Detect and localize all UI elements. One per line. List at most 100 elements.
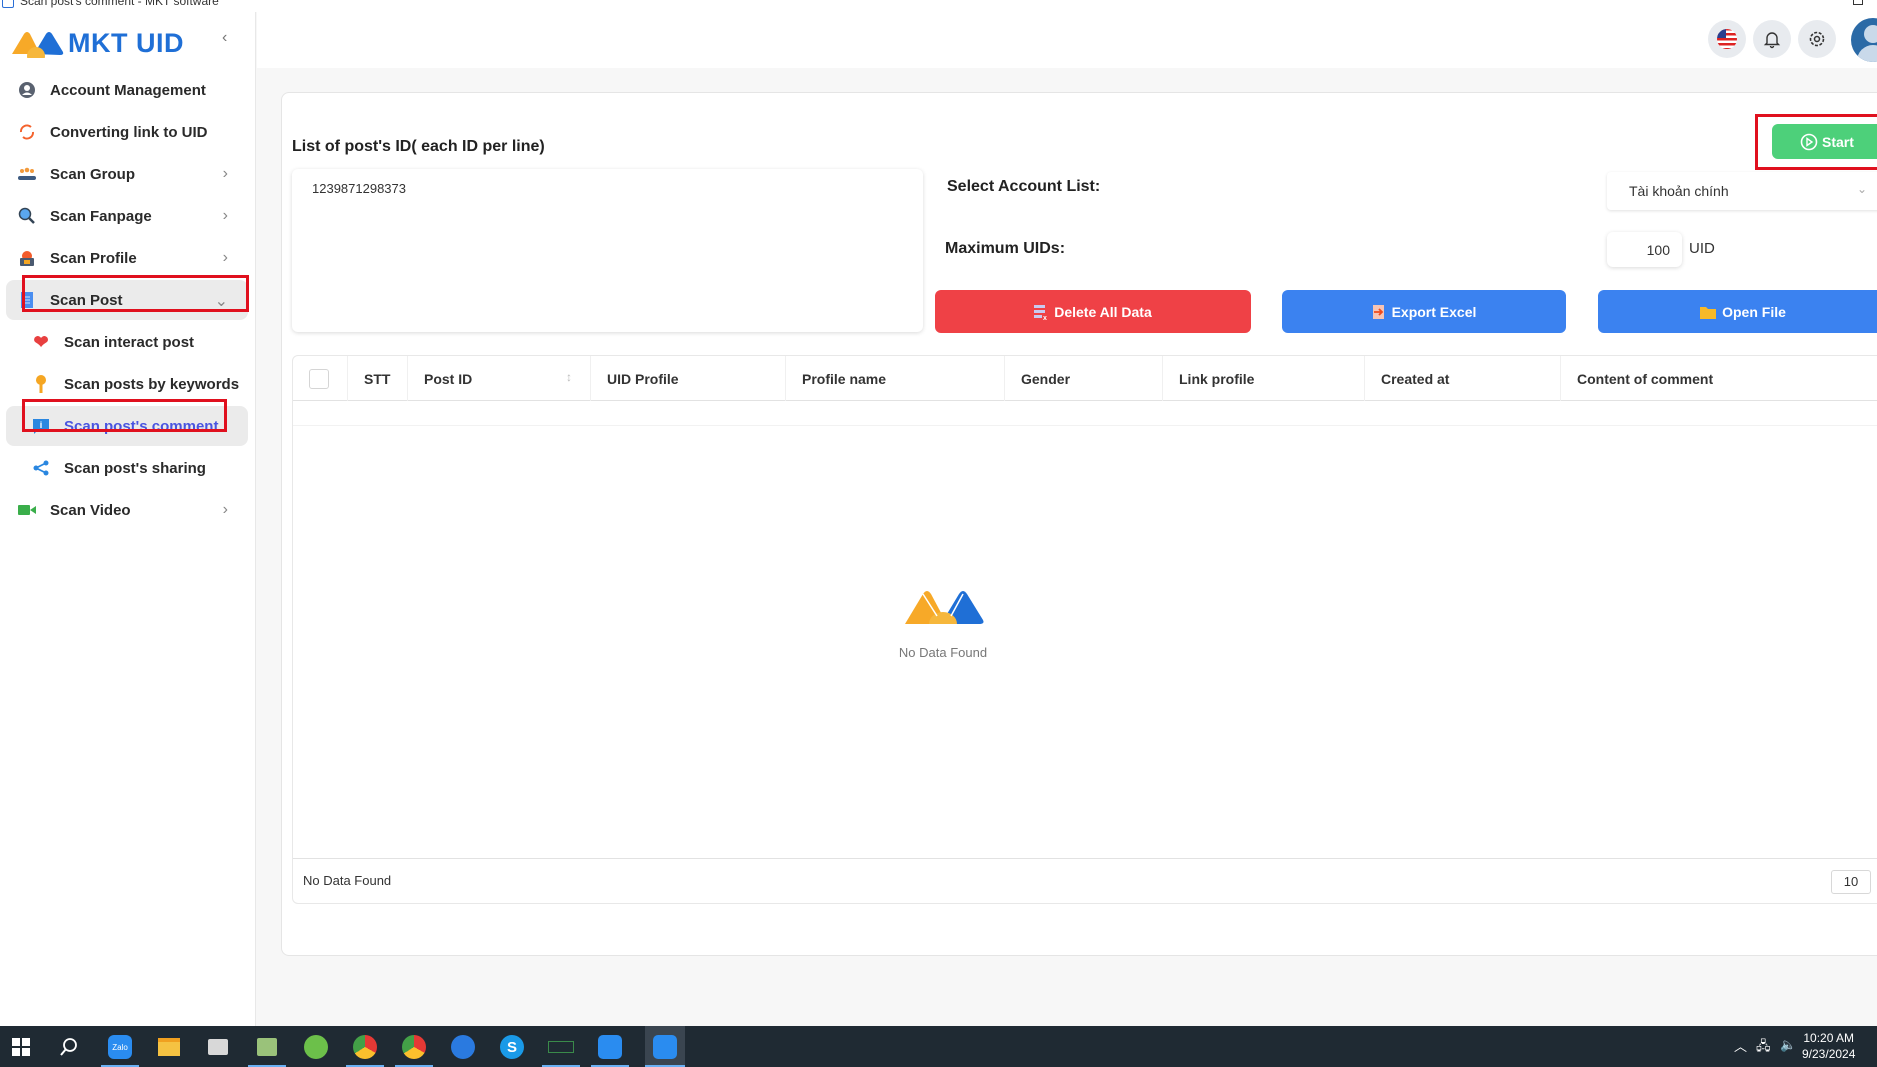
chevron-down-icon: ⌄ [214,293,228,310]
sidebar-item-label: Scan Post [50,291,123,309]
system-clock[interactable]: 10:20 AM 9/23/2024 [1802,1030,1855,1062]
open-file-button[interactable]: Open File [1598,290,1877,333]
select-all-checkbox[interactable] [309,368,329,389]
sidebar-nav: Account Management Converting link to UI… [6,70,248,532]
comment-info-icon: i [30,415,52,437]
table-footer: No Data Found 10 [293,858,1877,904]
heart-icon: ❤ [33,331,49,352]
column-header-profile-name[interactable]: Profile name [786,356,1005,401]
zalo-icon[interactable]: Zalo [105,1032,135,1062]
mkt-logo-icon [12,32,64,58]
column-header-link-profile[interactable]: Link profile [1163,356,1365,401]
notifications-button[interactable] [1753,20,1791,58]
max-uids-unit: UID [1689,240,1715,257]
sidebar-item-scan-posts-sharing[interactable]: Scan post's sharing [6,448,248,488]
delete-all-data-label: Delete All Data [1054,303,1152,320]
sidebar-item-scan-video[interactable]: Scan Video › [6,490,248,530]
document-icon [16,289,38,311]
language-button[interactable] [1708,20,1746,58]
clock-time: 10:20 AM [1803,1031,1855,1045]
sidebar-item-label: Scan Profile [50,249,137,267]
volume-icon[interactable]: 🔈 [1780,1037,1796,1053]
chevron-right-icon: › [222,165,228,182]
chrome-icon[interactable] [350,1032,380,1062]
column-header-uid-profile[interactable]: UID Profile [591,356,786,401]
app-icon[interactable] [546,1032,576,1062]
sidebar-item-scan-post[interactable]: Scan Post ⌄ [6,280,248,320]
sidebar-item-scan-group[interactable]: Scan Group › [6,154,248,194]
sidebar-item-account-management[interactable]: Account Management [6,70,248,110]
avatar[interactable] [1851,18,1877,62]
delete-table-icon: x [1034,304,1047,320]
chrome-icon[interactable] [399,1032,429,1062]
app-icon[interactable] [252,1032,282,1062]
delete-all-data-button[interactable]: x Delete All Data [935,290,1251,333]
zalo-mkt-icon[interactable] [595,1032,625,1062]
search-icon[interactable] [54,1032,84,1062]
post-ids-label: List of post's ID( each ID per line) [292,138,545,155]
gear-icon [1809,31,1825,47]
sort-icon[interactable]: ↕ [566,370,572,384]
max-uids-label: Maximum UIDs: [945,240,1066,257]
sidebar-item-label: Account Management [50,81,206,99]
logo-text: MKT UID [68,27,184,58]
sidebar-item-label: Scan Group [50,165,136,183]
chevron-down-icon: ⌄ [1857,182,1868,196]
table-header: STT Post ID ↕ UID Profile Profile name Ge… [293,356,1877,401]
column-header-content-of-comment[interactable]: Content of comment [1561,356,1877,401]
sidebar-item-scan-profile[interactable]: Scan Profile › [6,238,248,278]
show-hidden-icons[interactable]: ︿ [1734,1036,1747,1055]
profile-icon [16,247,38,269]
sidebar-item-scan-fanpage[interactable]: Scan Fanpage › [6,196,248,236]
post-ids-input[interactable]: 1239871298373 [292,169,923,332]
sidebar-item-scan-posts-by-keywords[interactable]: Scan posts by keywords [6,364,248,404]
share-icon [30,457,52,479]
sidebar-item-label: Scan interact post [64,333,195,351]
file-explorer-icon[interactable] [154,1032,184,1062]
chevron-right-icon: › [222,249,228,266]
chevron-right-icon: › [222,207,228,224]
sidebar-item-scan-interact-post[interactable]: ❤ Scan interact post [6,322,248,362]
app-icon[interactable] [203,1032,233,1062]
sidebar-item-converting-link[interactable]: Converting link to UID [6,112,248,152]
clock-date: 9/23/2024 [1802,1047,1856,1061]
top-header [257,12,1877,68]
export-excel-button[interactable]: Export Excel [1282,290,1566,333]
page-size-select[interactable]: 10 [1831,870,1871,894]
chevron-right-icon: › [222,501,228,518]
sidebar-item-label: Scan Fanpage [50,207,152,225]
column-header-gender[interactable]: Gender [1005,356,1163,401]
account-list-select[interactable]: Tài khoản chính ⌄ [1607,172,1877,210]
sidebar-item-label: Scan post's comment [64,417,219,435]
refresh-icon [16,121,38,143]
start-button[interactable]: Start [1772,124,1877,159]
sidebar-item-scan-posts-comment[interactable]: i Scan post's comment [6,406,248,446]
skype-icon[interactable]: S [497,1032,527,1062]
account-list-label: Select Account List: [947,178,1101,195]
window-title: Scan post's comment - MKT software [20,0,219,8]
collapse-sidebar-button[interactable]: ‹ [222,29,227,47]
column-header-created-at[interactable]: Created at [1365,356,1561,401]
folder-icon [1700,306,1717,319]
network-icon[interactable]: 🖧 [1756,1037,1771,1059]
group-icon [16,163,38,185]
export-excel-label: Export Excel [1391,303,1477,320]
max-uids-input[interactable] [1607,232,1682,267]
settings-button[interactable] [1798,20,1836,58]
windows-start-icon[interactable] [6,1032,36,1062]
search-icon [16,205,38,227]
window-titlebar: Scan post's comment - MKT software [0,0,1877,12]
sidebar: MKT UID ‹ Account Management Converting … [0,12,256,1026]
account-list-value: Tài khoản chính [1629,183,1729,199]
taskbar: Zalo S ︿ 🖧 🔈 10:20 AM 9/23/2024 [0,1026,1877,1067]
restore-window-icon[interactable] [1853,0,1863,5]
column-header-stt[interactable]: STT [348,356,408,401]
app-icon[interactable] [448,1032,478,1062]
svg-text:x: x [1043,315,1047,320]
coccoc-browser-icon[interactable] [301,1032,331,1062]
video-icon [16,499,38,521]
app-icon [2,0,14,8]
footer-status: No Data Found [303,873,392,888]
mkt-uid-icon[interactable] [645,1026,685,1067]
column-header-post-id[interactable]: Post ID ↕ [408,356,591,401]
